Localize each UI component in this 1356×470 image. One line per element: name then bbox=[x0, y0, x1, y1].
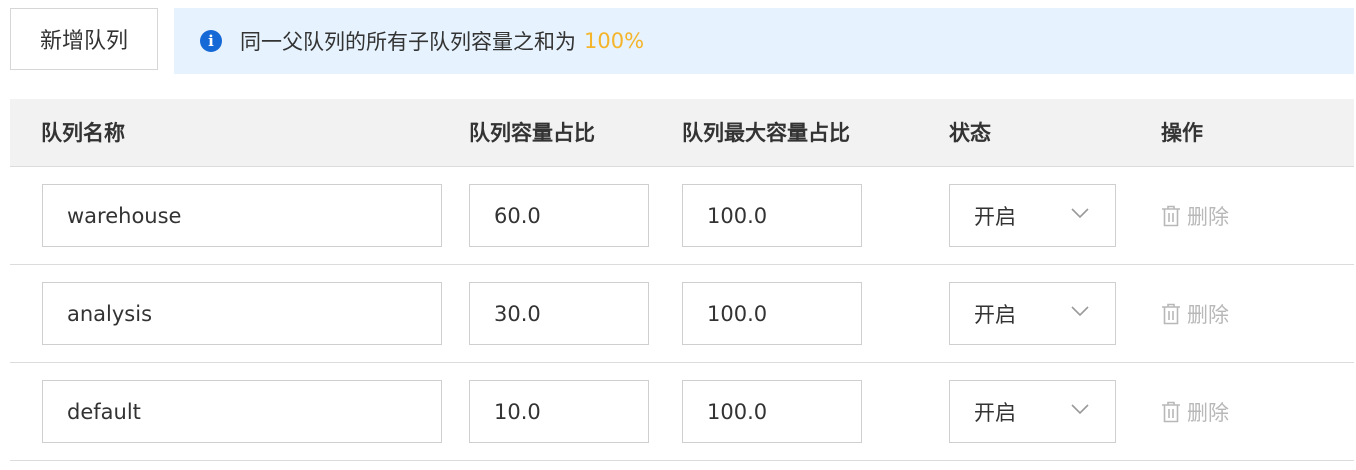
status-value: 开启 bbox=[974, 302, 1016, 327]
header-status: 状态 bbox=[949, 121, 991, 145]
queue-name-input[interactable]: default bbox=[42, 380, 442, 443]
queue-name-input[interactable]: warehouse bbox=[42, 184, 442, 247]
table-header: 队列名称 队列容量占比 队列最大容量占比 状态 操作 bbox=[10, 99, 1354, 167]
delete-label: 删除 bbox=[1187, 302, 1229, 327]
chevron-down-icon bbox=[1071, 404, 1089, 415]
max-capacity-input[interactable]: 100.0 bbox=[682, 184, 862, 247]
notice-text: 同一父队列的所有子队列容量之和为 bbox=[240, 30, 576, 54]
info-notice: i 同一父队列的所有子队列容量之和为 100% bbox=[174, 8, 1354, 74]
notice-highlight: 100% bbox=[584, 29, 645, 53]
delete-button[interactable]: 删除 bbox=[1161, 380, 1229, 443]
status-value: 开启 bbox=[974, 400, 1016, 425]
info-icon: i bbox=[200, 30, 222, 52]
capacity-input[interactable]: 30.0 bbox=[469, 282, 649, 345]
header-queue-name: 队列名称 bbox=[41, 121, 125, 145]
trash-icon bbox=[1162, 303, 1180, 324]
chevron-down-icon bbox=[1071, 306, 1089, 317]
header-max-capacity: 队列最大容量占比 bbox=[682, 121, 850, 145]
chevron-down-icon bbox=[1071, 208, 1089, 219]
queue-name-input[interactable]: analysis bbox=[42, 282, 442, 345]
table-row: default 10.0 100.0 开启 删除 bbox=[10, 363, 1354, 461]
table-row: analysis 30.0 100.0 开启 删除 bbox=[10, 265, 1354, 363]
max-capacity-input[interactable]: 100.0 bbox=[682, 380, 862, 443]
status-select[interactable]: 开启 bbox=[949, 184, 1116, 247]
delete-label: 删除 bbox=[1187, 400, 1229, 425]
delete-label: 删除 bbox=[1187, 204, 1229, 229]
capacity-input[interactable]: 10.0 bbox=[469, 380, 649, 443]
capacity-input[interactable]: 60.0 bbox=[469, 184, 649, 247]
trash-icon bbox=[1162, 205, 1180, 226]
status-select[interactable]: 开启 bbox=[949, 380, 1116, 443]
delete-button[interactable]: 删除 bbox=[1161, 184, 1229, 247]
max-capacity-input[interactable]: 100.0 bbox=[682, 282, 862, 345]
status-select[interactable]: 开启 bbox=[949, 282, 1116, 345]
add-queue-button[interactable]: 新增队列 bbox=[10, 8, 158, 70]
status-value: 开启 bbox=[974, 204, 1016, 229]
table-row: warehouse 60.0 100.0 开启 删除 bbox=[10, 167, 1354, 265]
header-capacity: 队列容量占比 bbox=[469, 121, 595, 145]
header-actions: 操作 bbox=[1161, 121, 1203, 145]
delete-button[interactable]: 删除 bbox=[1161, 282, 1229, 345]
trash-icon bbox=[1162, 401, 1180, 422]
